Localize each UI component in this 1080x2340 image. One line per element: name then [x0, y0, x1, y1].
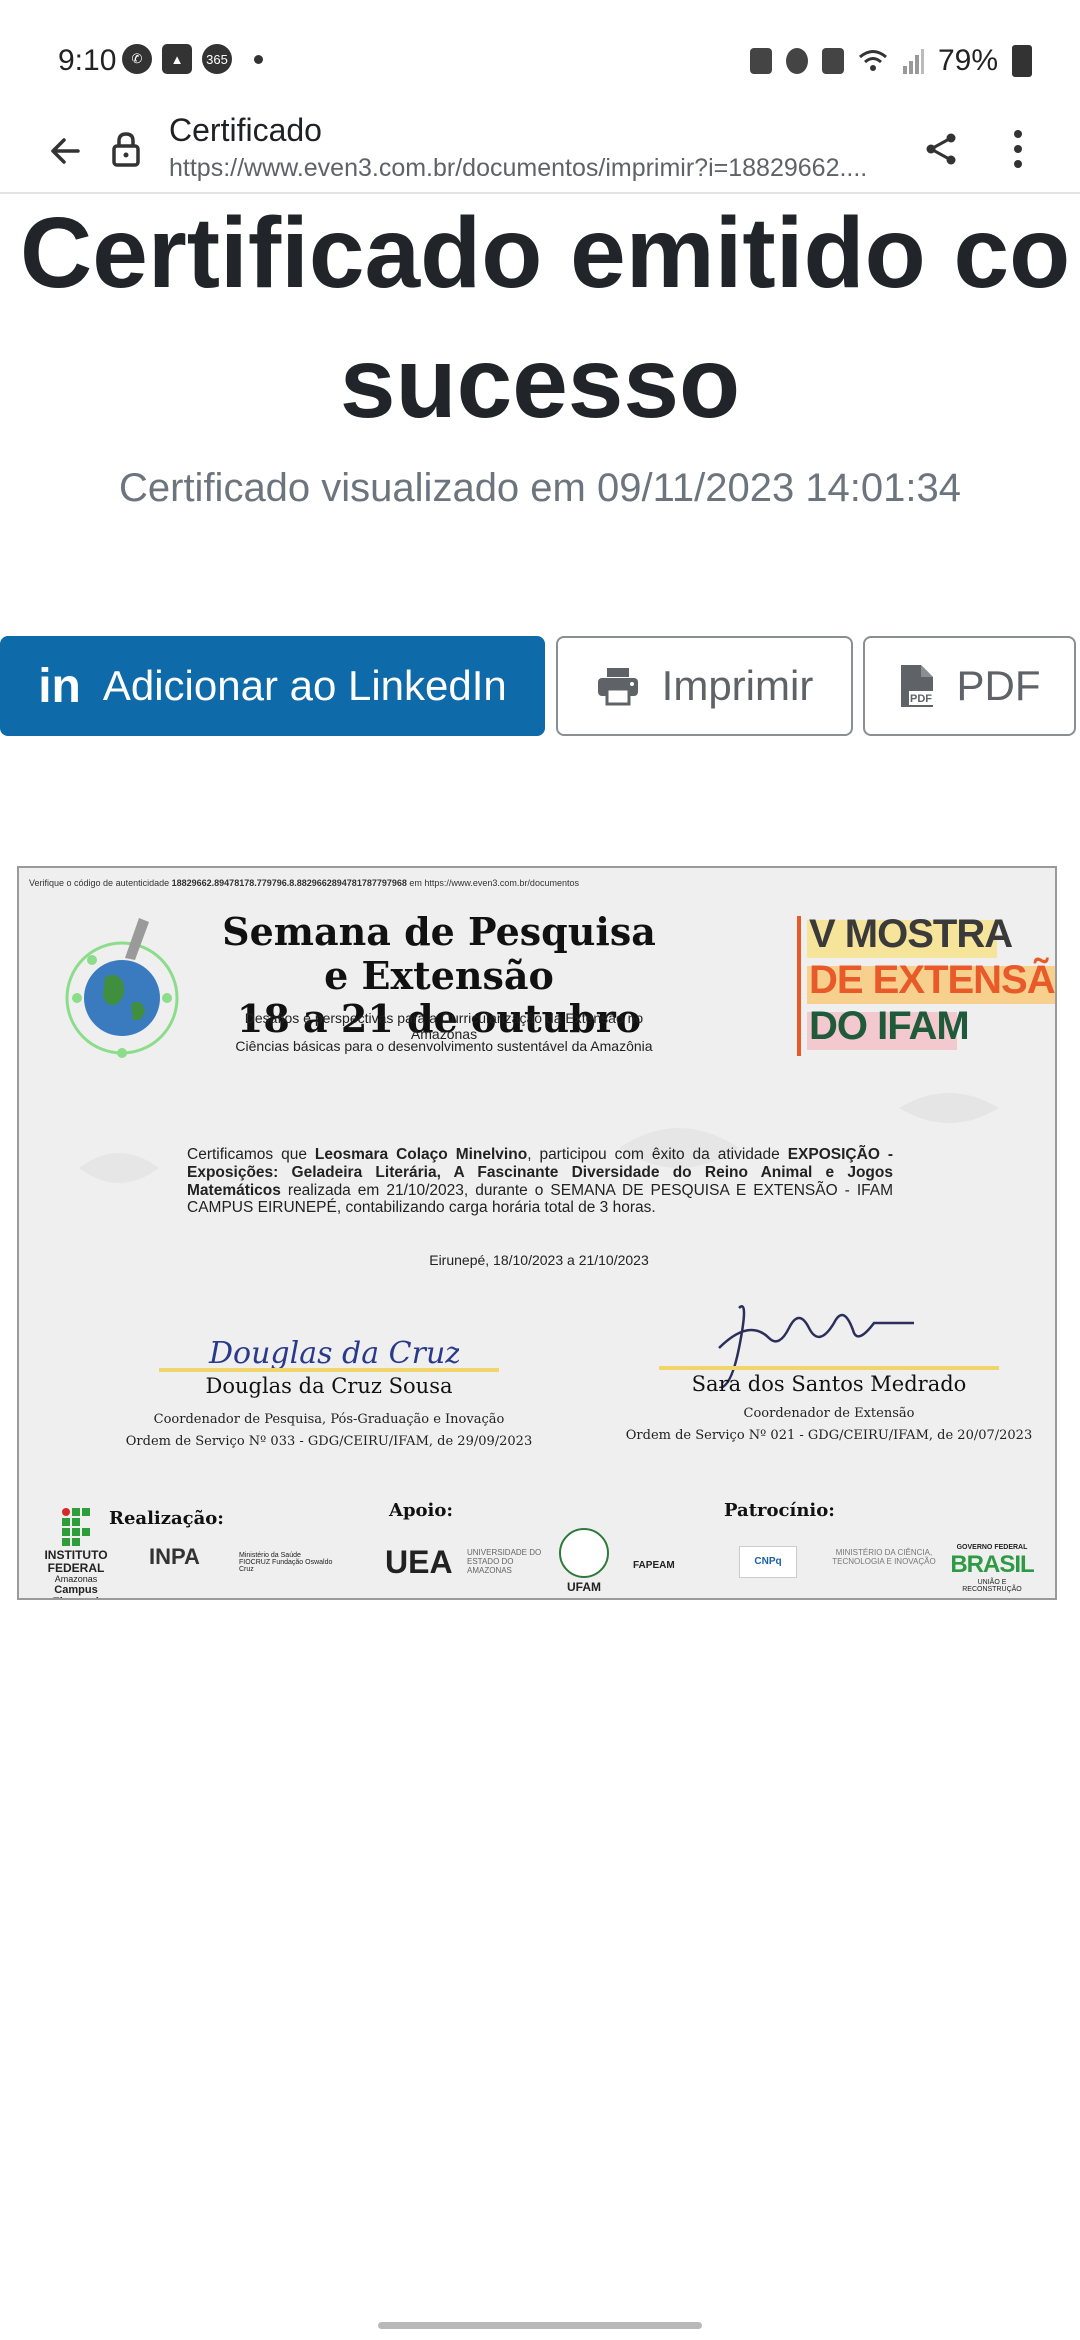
signer1-order: Ordem de Serviço Nº 033 - GDG/CEIRU/IFAM…	[125, 1434, 533, 1449]
mostra-logo-line2: DE EXTENSÃO	[809, 958, 1055, 1002]
signer1-name: Douglas da Cruz Sousa	[205, 1374, 453, 1398]
label-apoio: Apoio:	[389, 1500, 454, 1521]
page-heading-line1: Certificado emitido co	[20, 197, 1071, 309]
dot-icon	[254, 54, 263, 64]
cnpq-logo: CNPq	[739, 1546, 797, 1578]
alarm-icon	[785, 48, 808, 74]
back-button[interactable]	[40, 126, 90, 176]
status-bar: 9:10 ✆ ▲ 365 79%	[0, 0, 1080, 110]
wifi-icon	[858, 50, 887, 71]
pdf-button[interactable]: PDF PDF	[863, 636, 1076, 736]
battery-icon	[1012, 45, 1032, 77]
signature-line-1	[159, 1368, 499, 1372]
ufam-logo: UFAM	[554, 1528, 614, 1594]
event-theme-2: Ciências básicas para o desenvolvimento …	[235, 1038, 653, 1054]
ifam-logo: INSTITUTO FEDERAL Amazonas Campus Eirune…	[41, 1508, 111, 1598]
mostra-logo-line3: DO IFAM	[809, 1004, 970, 1048]
linkedin-icon: in	[38, 659, 81, 713]
linkedin-button-label: Adicionar ao LinkedIn	[102, 662, 507, 709]
notification-icons: ✆ ▲ 365	[122, 44, 263, 74]
lock-icon[interactable]	[106, 124, 146, 174]
overflow-menu-button[interactable]	[1000, 124, 1036, 174]
certificate-text: Certificamos que Leosmara Colaço Minelvi…	[187, 1146, 893, 1217]
certificate-image: Verifique o código de autenticidade 1882…	[17, 866, 1057, 1600]
system-icons: 79%	[749, 44, 1032, 78]
share-icon	[926, 133, 956, 165]
svg-text:PDF: PDF	[910, 693, 932, 705]
uea-logo: UEA	[385, 1544, 453, 1580]
inpa-logo: INPA	[149, 1544, 200, 1569]
back-arrow-icon	[51, 138, 80, 164]
governo-federal-logo: GOVERNO FEDERAL BRASIL UNIÃO E RECONSTRU…	[950, 1544, 1034, 1593]
home-indicator[interactable]	[378, 2322, 702, 2329]
view-timestamp: Certificado visualizado em 09/11/2023 14…	[118, 466, 962, 510]
mcti-logo: MINISTÉRIO DA CIÊNCIA, TECNOLOGIA E INOV…	[832, 1548, 936, 1567]
verification-code: 18829662.89478178.779796.8.8829662894781…	[171, 878, 407, 888]
browser-toolbar: Certificado https://www.even3.com.br/doc…	[0, 110, 1080, 194]
page-title[interactable]: Certificado	[169, 112, 322, 149]
signal-icon	[902, 49, 924, 74]
pdf-file-icon: PDF	[900, 665, 933, 707]
signer2-name: Sara dos Santos Medrado	[691, 1372, 967, 1396]
printer-icon	[597, 668, 638, 706]
share-button[interactable]	[916, 124, 966, 174]
office-365-icon: 365	[202, 44, 232, 74]
mostra-accent-bar	[797, 916, 801, 1056]
certificate-date: Eirunepé, 18/10/2023 a 21/10/2023	[429, 1252, 649, 1268]
add-to-linkedin-button[interactable]: in Adicionar ao LinkedIn	[0, 636, 545, 736]
fiocruz-logo: Ministério da Saúde FIOCRUZ Fundação Osw…	[239, 1552, 333, 1573]
pdf-button-label: PDF	[956, 662, 1041, 709]
url-display[interactable]: https://www.even3.com.br/documentos/impr…	[169, 154, 889, 183]
page-heading-line2: sucesso	[339, 327, 741, 439]
mute-icon	[821, 48, 844, 74]
signer2-order: Ordem de Serviço Nº 021 - GDG/CEIRU/IFAM…	[625, 1428, 1033, 1443]
uea-logo-subtitle: UNIVERSIDADE DO ESTADO DO AMAZONAS	[467, 1548, 542, 1576]
gallery-icon: ▲	[162, 44, 192, 74]
participant-name: Leosmara Colaço Minelvino	[314, 1146, 528, 1163]
svg-text:Douglas da Cruz Sousa: Douglas da Cruz Sousa	[208, 1336, 459, 1371]
globe-illustration	[65, 918, 179, 1058]
print-button-label: Imprimir	[661, 662, 814, 709]
verification-line: Verifique o código de autenticidade 1882…	[29, 878, 579, 888]
print-button[interactable]: Imprimir	[556, 636, 853, 736]
signature-line-2	[659, 1366, 999, 1370]
status-time: 9:10	[58, 44, 117, 77]
recycle-icon	[749, 48, 772, 74]
label-patrocinio: Patrocínio:	[724, 1500, 835, 1521]
mostra-logo-line1: V MOSTRA	[809, 912, 1013, 956]
signer1-role: Coordenador de Pesquisa, Pós-Graduação e…	[153, 1412, 505, 1427]
battery-percent: 79%	[937, 44, 998, 77]
fapeam-logo: FAPEAM	[633, 1560, 675, 1571]
label-realizacao: Realização:	[109, 1508, 224, 1529]
whatsapp-icon: ✆	[122, 44, 152, 74]
signer2-role: Coordenador de Extensão	[743, 1406, 915, 1421]
